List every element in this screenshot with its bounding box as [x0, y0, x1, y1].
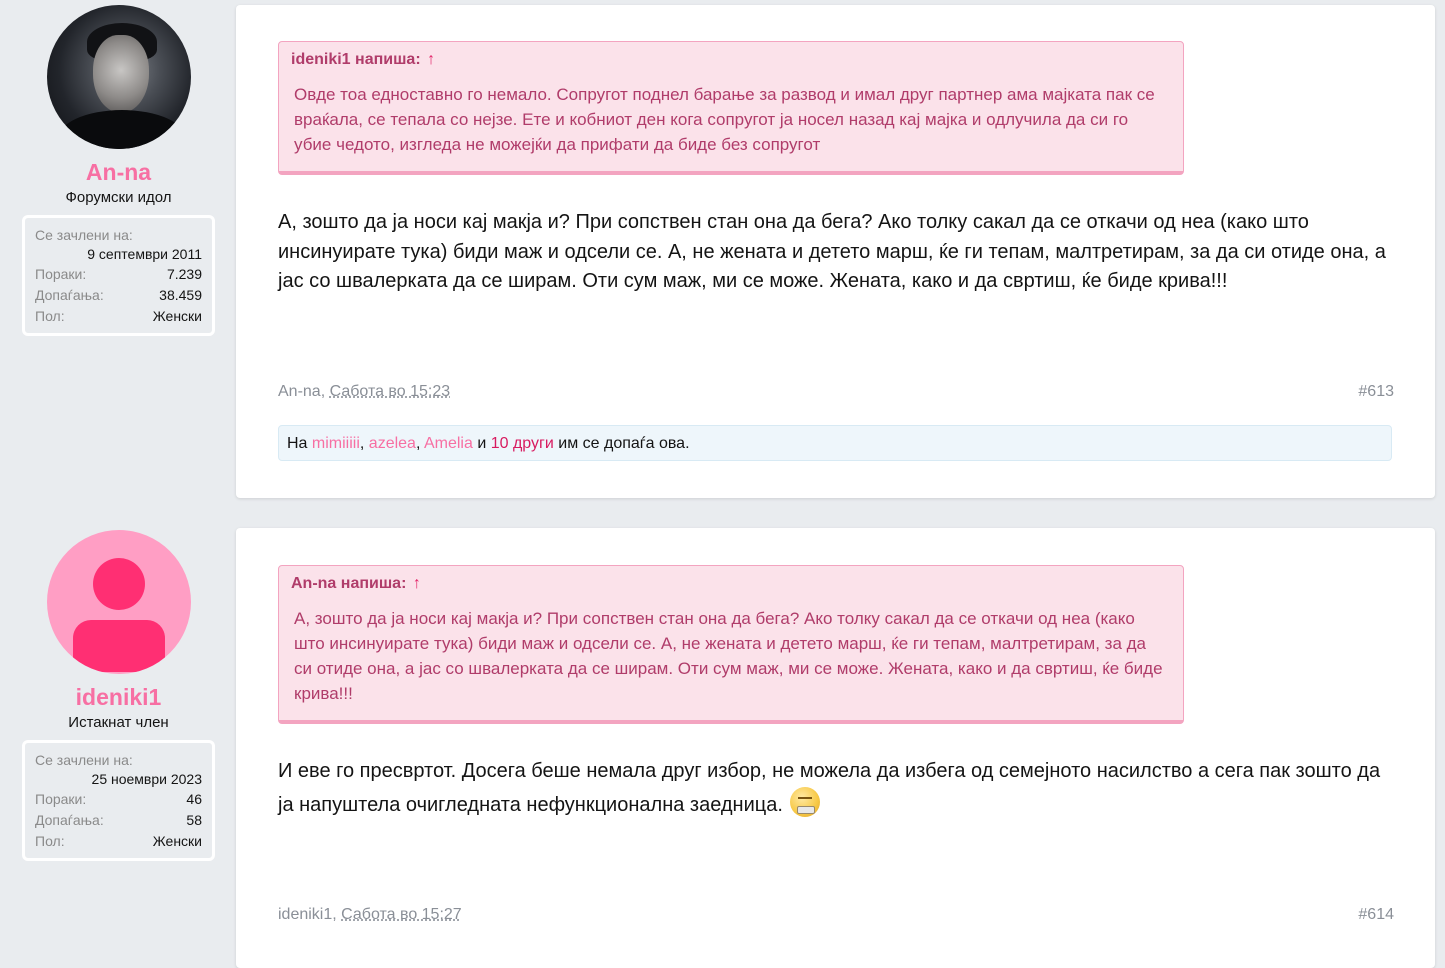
- posts-value: 46: [186, 791, 202, 807]
- message-body: А, зошто да ја носи кај макја и? При соп…: [278, 211, 1386, 292]
- likes-label: Допаѓања:: [35, 812, 104, 828]
- likes-suffix: им се допаѓа ова.: [558, 435, 690, 452]
- joined-label: Се зачлени на:: [35, 752, 133, 768]
- avatar-shoulder: [56, 110, 187, 149]
- user-info: An-na Форумски идол Се зачлени на: 9 сеп…: [22, 0, 215, 336]
- joined-value: 9 септември 2011: [87, 246, 202, 262]
- post-number[interactable]: #614: [1358, 906, 1394, 924]
- stat-row-gender: Пол: Женски: [35, 306, 202, 327]
- post-meta: An-na, Сабота во 15:23: [278, 383, 450, 401]
- likes-bar: На mimiiiii, azelea, Amelia и 10 други и…: [278, 425, 1392, 461]
- username[interactable]: An-na: [22, 159, 215, 185]
- stat-row-posts: Пораки: 46: [35, 789, 202, 810]
- quote-block: ideniki1 напиша: ↑ Овде тоа едноставно г…: [278, 41, 1184, 175]
- username[interactable]: ideniki1: [22, 684, 215, 710]
- quote-author[interactable]: ideniki1 напиша:: [291, 51, 421, 68]
- user-avatar[interactable]: [46, 5, 191, 149]
- post-author[interactable]: ideniki1: [278, 906, 332, 923]
- stat-row-gender: Пол: Женски: [35, 831, 202, 852]
- posts-label: Пораки:: [35, 266, 87, 282]
- quote-header: ideniki1 напиша: ↑: [279, 42, 1183, 70]
- quote-block: An-na напиша: ↑ А, зошто да ја носи кај …: [278, 565, 1184, 724]
- likes-value: 58: [186, 812, 202, 828]
- gender-value: Женски: [152, 833, 202, 849]
- user-stats: Се зачлени на: 9 септември 2011 Пораки: …: [22, 215, 215, 336]
- message-text: И еве го пресвртот. Досега беше немала д…: [278, 760, 1381, 816]
- gender-label: Пол:: [35, 833, 65, 849]
- likes-and: и: [477, 435, 487, 452]
- post-614: ideniki1 Истакнат член Се зачлени на: 25…: [0, 525, 1445, 968]
- post-number[interactable]: #613: [1358, 383, 1394, 401]
- posts-label: Пораки:: [35, 791, 87, 807]
- user-stats: Се зачлени на: 25 ноември 2023 Пораки: 4…: [22, 740, 215, 861]
- user-title: Форумски идол: [65, 189, 172, 206]
- post-date[interactable]: Сабота во 15:23: [330, 383, 451, 400]
- stat-row-likes: Допаѓања: 58: [35, 810, 202, 831]
- meta-separator: ,: [332, 906, 342, 923]
- likes-others-link[interactable]: 10 други: [491, 435, 554, 452]
- post-author[interactable]: An-na: [278, 383, 321, 400]
- quote-author[interactable]: An-na напиша:: [291, 575, 406, 592]
- likes-sep: ,: [415, 435, 421, 452]
- liker-link[interactable]: mimiiiii: [312, 435, 360, 452]
- user-title: Истакнат член: [68, 714, 169, 731]
- likes-value: 38.459: [159, 287, 202, 303]
- post-card: An-na напиша: ↑ А, зошто да ја носи кај …: [236, 528, 1435, 968]
- meta-separator: ,: [320, 383, 330, 400]
- likes-sep: ,: [359, 435, 365, 452]
- post-card: ideniki1 напиша: ↑ Овде тоа едноставно г…: [236, 5, 1435, 498]
- user-avatar[interactable]: [46, 530, 191, 674]
- stat-row-likes: Допаѓања: 38.459: [35, 285, 202, 306]
- post-footer: An-na, Сабота во 15:23 #613: [278, 383, 1394, 401]
- quote-text: Овде тоа едноставно го немало. Сопругот …: [294, 85, 1155, 154]
- stat-row-posts: Пораки: 7.239: [35, 264, 202, 285]
- post-613: An-na Форумски идол Се зачлени на: 9 сеп…: [0, 0, 1445, 505]
- default-avatar-head-icon: [92, 558, 145, 610]
- quote-header: An-na напиша: ↑: [279, 566, 1183, 594]
- post-footer: ideniki1, Сабота во 15:27 #614: [278, 906, 1394, 924]
- likes-prefix: На: [287, 435, 308, 452]
- likes-label: Допаѓања:: [35, 287, 104, 303]
- quote-text: А, зошто да ја носи кај макја и? При соп…: [294, 609, 1163, 703]
- default-avatar-body-icon: [72, 620, 165, 672]
- joined-value: 25 ноември 2023: [91, 771, 202, 787]
- post-date[interactable]: Сабота во 15:27: [341, 906, 462, 923]
- gender-value: Женски: [152, 308, 202, 324]
- liker-link[interactable]: Amelia: [424, 435, 473, 452]
- joined-label: Се зачлени на:: [35, 227, 133, 243]
- post-meta: ideniki1, Сабота во 15:27: [278, 906, 462, 924]
- quote-jump-arrow-icon[interactable]: ↑: [427, 51, 435, 68]
- posts-value: 7.239: [166, 266, 202, 282]
- liker-link[interactable]: azelea: [369, 435, 416, 452]
- quote-jump-arrow-icon[interactable]: ↑: [413, 575, 421, 592]
- straight-face-emoji-icon: [790, 786, 821, 817]
- gender-label: Пол:: [35, 308, 65, 324]
- message-body: И еве го пресвртот. Досега беше немала д…: [278, 757, 1398, 820]
- avatar-face: [92, 35, 149, 113]
- user-info: ideniki1 Истакнат член Се зачлени на: 25…: [22, 525, 215, 861]
